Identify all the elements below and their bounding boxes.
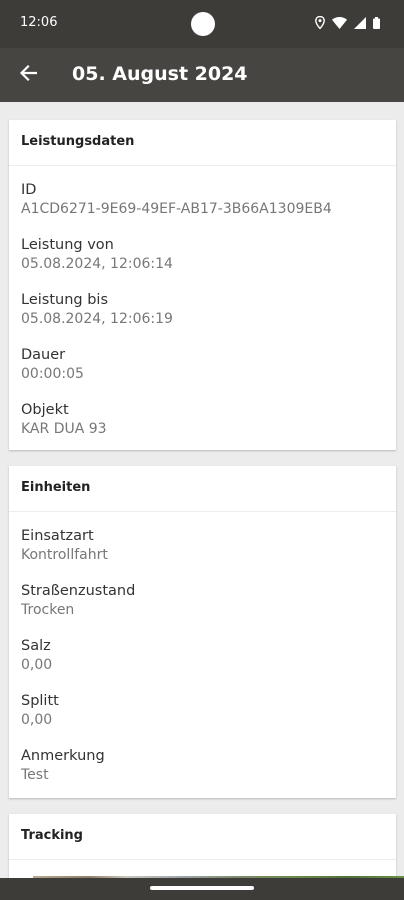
field-label: Leistung von — [21, 237, 114, 253]
field-value: Kontrollfahrt — [21, 547, 108, 563]
field-objekt: Objekt KAR DUA 93 — [9, 386, 396, 441]
navigation-bar — [0, 878, 404, 900]
field-leistung-bis: Leistung bis 05.08.2024, 12:06:19 — [9, 276, 396, 331]
field-value: Trocken — [21, 602, 75, 618]
back-button[interactable] — [14, 61, 42, 89]
field-value: A1CD6271-9E69-49EF-AB17-3B66A1309EB4 — [21, 201, 332, 217]
signal-icon — [354, 14, 366, 33]
field-label: Straßenzustand — [21, 583, 136, 599]
field-value: 05.08.2024, 12:06:19 — [21, 311, 173, 327]
field-anmerkung: Anmerkung Test — [9, 732, 396, 787]
field-label: Dauer — [21, 347, 66, 363]
field-id: ID A1CD6271-9E69-49EF-AB17-3B66A1309EB4 — [9, 166, 396, 221]
page-title: 05. August 2024 — [72, 63, 248, 85]
camera-cutout — [191, 12, 215, 36]
field-value: KAR DUA 93 — [21, 421, 107, 437]
section-title: Tracking — [9, 814, 396, 860]
location-icon — [315, 14, 325, 33]
section-card-leistungsdaten: Leistungsdaten ID A1CD6271-9E69-49EF-AB1… — [9, 120, 396, 450]
app-bar: 05. August 2024 — [0, 48, 404, 102]
field-value: 0,00 — [21, 712, 53, 728]
field-value: 00:00:05 — [21, 366, 84, 382]
field-label: Salz — [21, 638, 51, 654]
field-label: Einsatzart — [21, 528, 94, 544]
field-value: Test — [21, 767, 49, 783]
arrow-back-icon — [19, 64, 38, 86]
section-card-tracking: Tracking — [9, 814, 404, 878]
field-label: Splitt — [21, 693, 59, 709]
status-icons — [315, 14, 380, 33]
wifi-icon — [332, 14, 347, 33]
home-gesture-handle[interactable] — [150, 886, 254, 890]
field-strassenzustand: Straßenzustand Trocken — [9, 567, 396, 622]
field-label: ID — [21, 182, 37, 198]
field-dauer: Dauer 00:00:05 — [9, 331, 396, 386]
section-title: Einheiten — [9, 466, 396, 512]
field-leistung-von: Leistung von 05.08.2024, 12:06:14 — [9, 221, 396, 276]
field-value: 05.08.2024, 12:06:14 — [21, 256, 173, 272]
field-salz: Salz 0,00 — [9, 622, 396, 677]
field-label: Objekt — [21, 402, 69, 418]
field-label: Anmerkung — [21, 748, 105, 764]
section-card-einheiten: Einheiten Einsatzart Kontrollfahrt Straß… — [9, 466, 396, 798]
field-splitt: Splitt 0,00 — [9, 677, 396, 732]
status-bar: 12:06 — [0, 0, 404, 48]
status-time: 12:06 — [20, 15, 58, 30]
field-einsatzart: Einsatzart Kontrollfahrt — [9, 512, 396, 567]
detail-content[interactable]: Leistungsdaten ID A1CD6271-9E69-49EF-AB1… — [0, 102, 404, 878]
battery-icon — [373, 14, 380, 33]
section-title: Leistungsdaten — [9, 120, 396, 166]
field-value: 0,00 — [21, 657, 53, 673]
field-label: Leistung bis — [21, 292, 108, 308]
